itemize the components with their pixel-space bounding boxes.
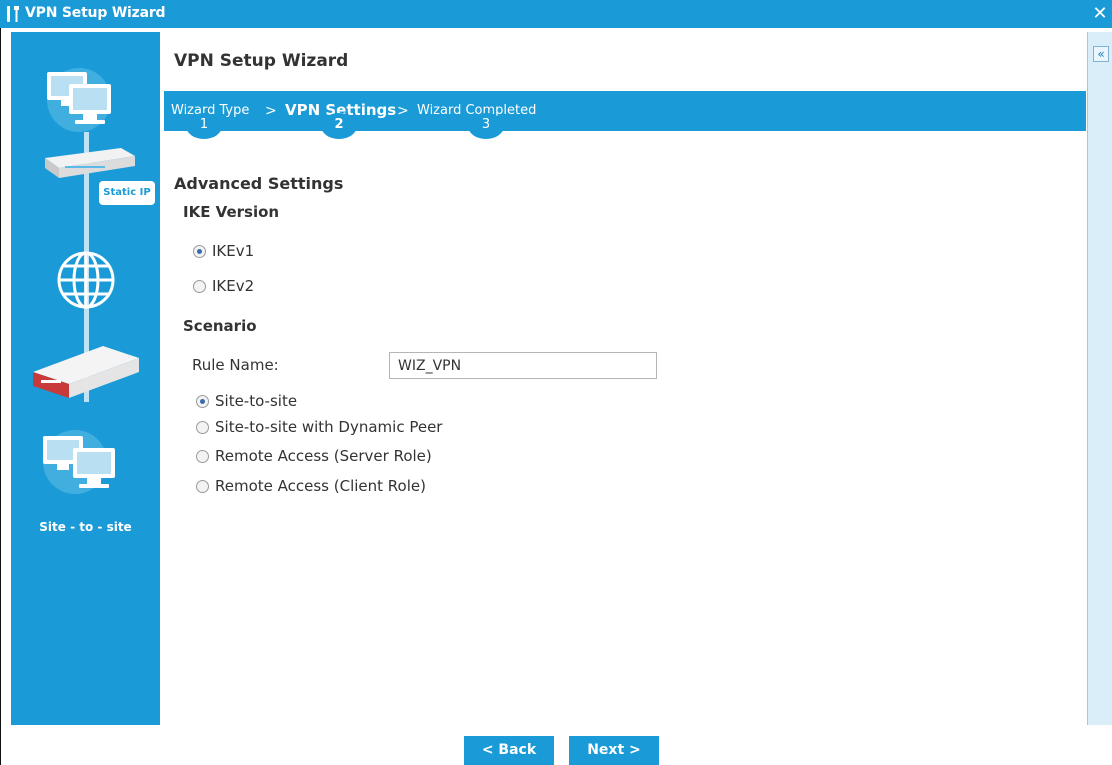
ike-version-title: IKE Version — [183, 203, 280, 221]
radio-dynamic-peer[interactable] — [196, 420, 209, 434]
scenario-option-dynamic-peer[interactable]: Site-to-site with Dynamic Peer — [196, 418, 442, 436]
globe-icon — [57, 251, 115, 309]
page-title: VPN Setup Wizard — [174, 51, 349, 71]
rule-name-label: Rule Name: — [192, 356, 279, 374]
scenario-option-site-to-site[interactable]: Site-to-site — [196, 392, 297, 410]
ikev1-label: IKEv1 — [212, 242, 255, 260]
step-separator-icon: > — [265, 103, 277, 119]
wizard-frame — [0, 28, 1112, 765]
tools-icon — [7, 6, 19, 22]
remote-client-label: Remote Access (Client Role) — [215, 477, 426, 495]
side-collapse-strip: « — [1087, 32, 1112, 725]
radio-remote-client[interactable] — [196, 479, 209, 493]
dynamic-peer-label: Site-to-site with Dynamic Peer — [215, 418, 443, 436]
computers-icon — [43, 430, 115, 494]
window-title: VPN Setup Wizard — [25, 5, 166, 21]
advanced-settings-title: Advanced Settings — [174, 174, 344, 193]
illustration-panel: Static IP Site - to - site — [11, 32, 160, 725]
site-to-site-label: Site-to-site — [215, 392, 298, 410]
router-device-icon — [45, 148, 135, 178]
next-button[interactable]: Next > — [569, 736, 659, 765]
window-titlebar: VPN Setup Wizard ✕ — [0, 0, 1112, 28]
remote-server-label: Remote Access (Server Role) — [215, 447, 432, 465]
radio-ikev2[interactable] — [193, 279, 206, 293]
computers-icon — [47, 68, 111, 132]
step-number-2: 2 — [321, 113, 357, 139]
radio-site-to-site[interactable] — [196, 394, 209, 408]
scenario-option-remote-client[interactable]: Remote Access (Client Role) — [196, 477, 426, 495]
firewall-device-icon — [33, 346, 139, 398]
rule-name-input[interactable] — [389, 352, 657, 379]
topology-caption: Site - to - site — [39, 520, 132, 534]
radio-ikev1[interactable] — [193, 244, 206, 258]
step-separator-icon: > — [397, 103, 409, 119]
back-button[interactable]: < Back — [464, 736, 554, 765]
topology-illustration — [33, 68, 139, 494]
step-number-3: 3 — [468, 113, 504, 139]
static-ip-badge: Static IP — [99, 181, 155, 205]
radio-remote-server[interactable] — [196, 449, 209, 463]
step-number-1: 1 — [186, 113, 222, 139]
ike-option-ikev2[interactable]: IKEv2 — [193, 277, 254, 295]
ike-option-ikev1[interactable]: IKEv1 — [193, 242, 254, 260]
scenario-title: Scenario — [183, 317, 257, 335]
collapse-icon[interactable]: « — [1093, 46, 1109, 62]
scenario-option-remote-server[interactable]: Remote Access (Server Role) — [196, 447, 432, 465]
wizard-progress-bar: Wizard Type > VPN Settings > Wizard Comp… — [164, 91, 1086, 139]
close-icon[interactable]: ✕ — [1092, 4, 1108, 24]
ikev2-label: IKEv2 — [212, 277, 255, 295]
